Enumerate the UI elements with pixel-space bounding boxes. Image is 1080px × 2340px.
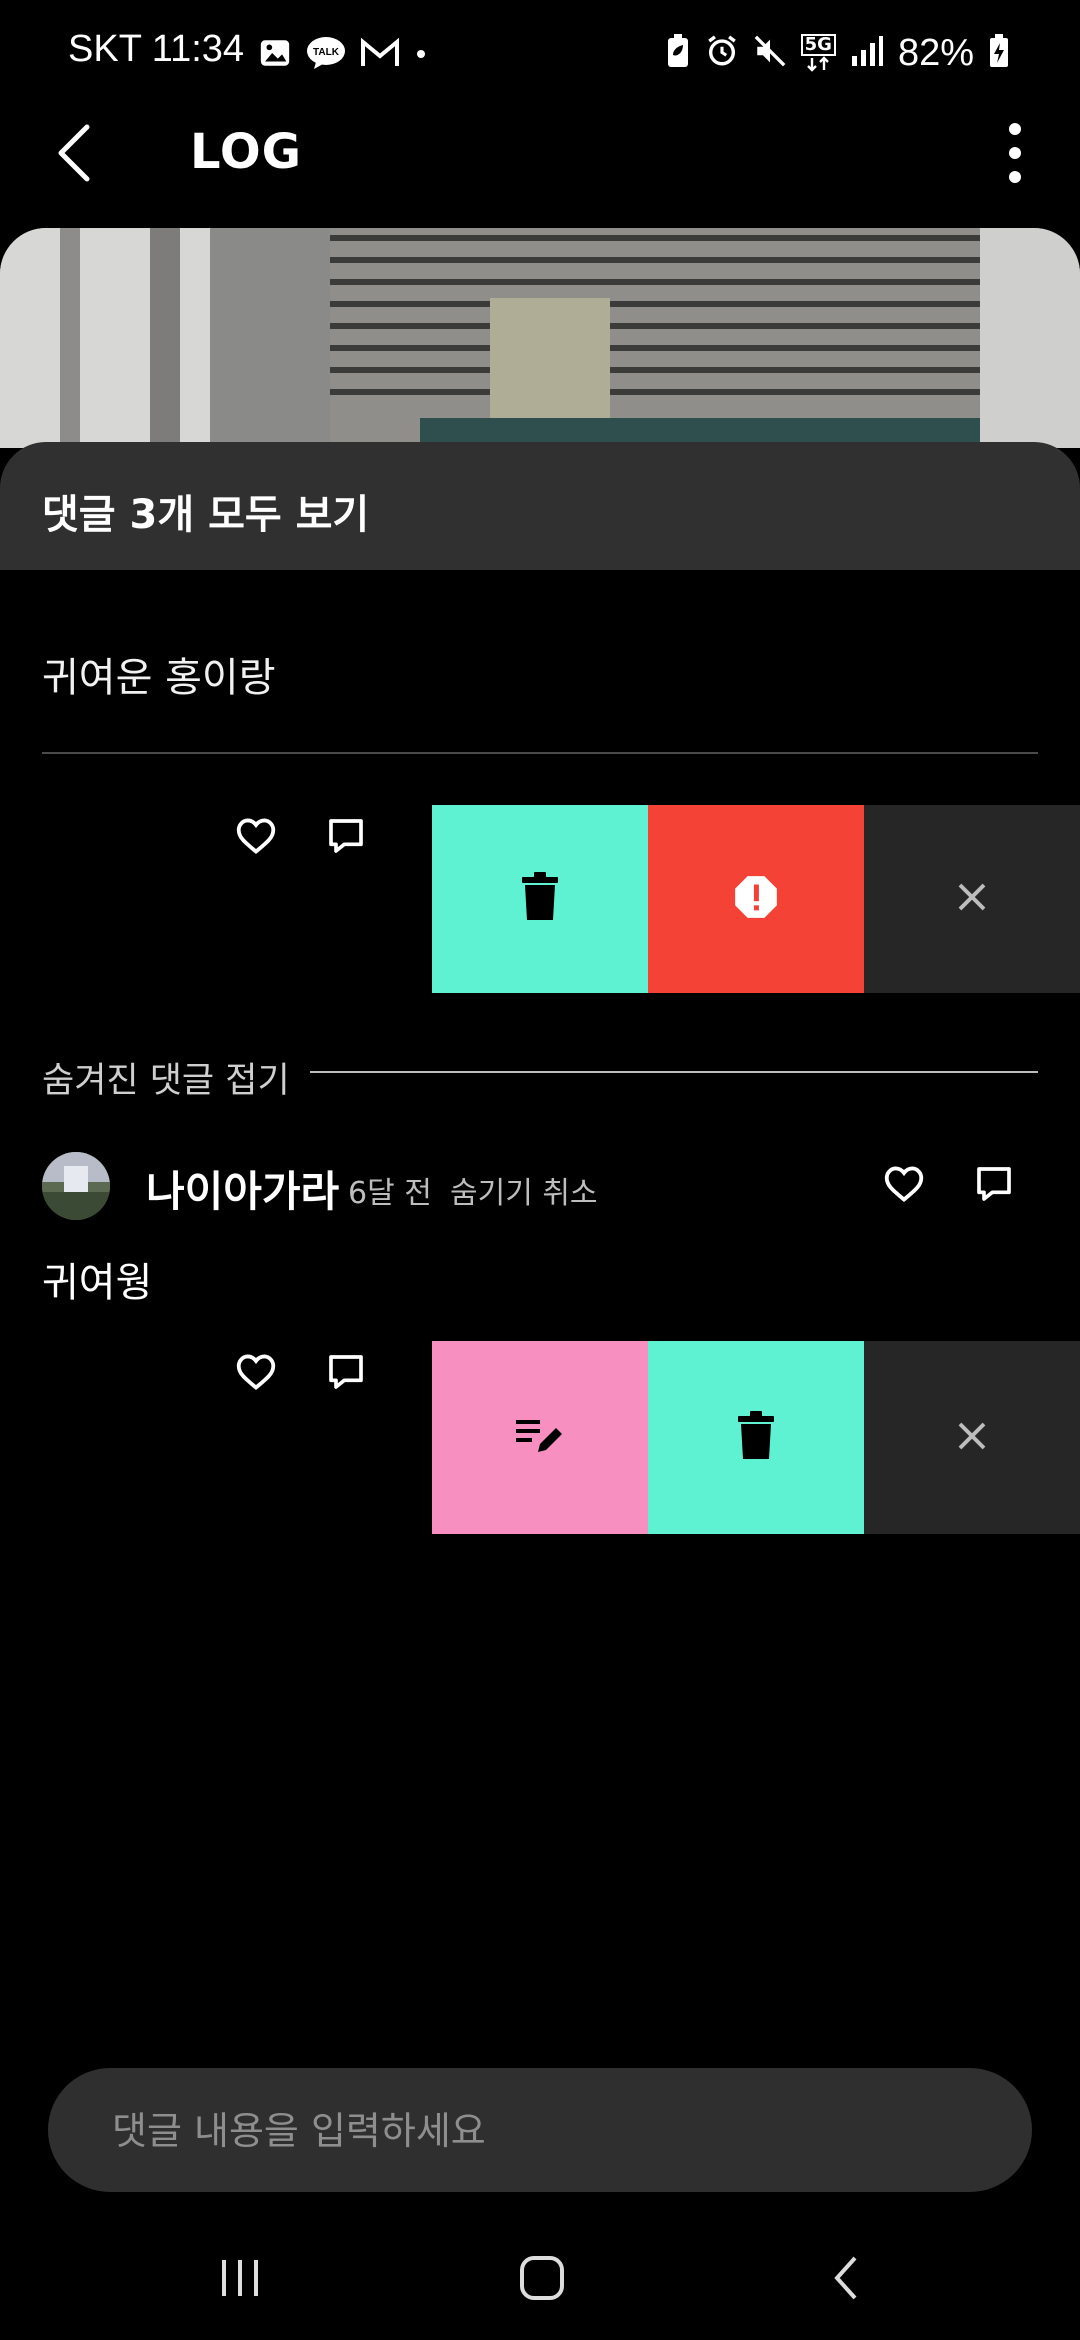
status-carrier-time: SKT 11:34 (68, 28, 245, 70)
divider (310, 1071, 1038, 1073)
back-button[interactable] (40, 115, 110, 195)
reply-button[interactable] (316, 1344, 376, 1404)
dot-icon (414, 46, 428, 65)
like-button[interactable] (874, 1156, 934, 1216)
network-5g-icon: 5G (800, 34, 836, 72)
report-action-button[interactable] (648, 805, 864, 993)
signal-icon (850, 34, 884, 72)
comment-timestamp: 6달 전 (348, 1176, 432, 1211)
view-all-comments-link[interactable]: 댓글 3개 모두 보기 (42, 482, 369, 540)
battery-charging-icon (988, 33, 1010, 73)
comment-input[interactable] (110, 2068, 994, 2194)
comment-icon (974, 1164, 1014, 1208)
comment-input-container (48, 2068, 1032, 2194)
home-button[interactable] (492, 2230, 592, 2330)
delete-action-button[interactable] (648, 1341, 864, 1534)
comment-text: 귀여웡 (42, 1260, 153, 1306)
heart-icon (883, 1165, 925, 1207)
home-icon (519, 2255, 565, 2305)
trash-icon (737, 1410, 775, 1465)
status-notification-icons: TALK (258, 30, 428, 80)
recent-apps-button[interactable] (190, 2230, 290, 2330)
close-actions-button[interactable] (864, 1341, 1080, 1534)
close-icon (954, 879, 990, 919)
more-vertical-icon (1007, 121, 1023, 189)
battery-percent: 82% (897, 31, 974, 74)
heart-icon (235, 1353, 277, 1395)
recent-apps-icon (218, 2258, 262, 2302)
hidden-comments-toggle[interactable]: 숨겨진 댓글 접기 (42, 1052, 290, 1103)
page-title: LOG (190, 124, 303, 180)
post-photo (0, 228, 1080, 448)
avatar[interactable] (42, 1152, 110, 1220)
delete-action-button[interactable] (432, 805, 648, 993)
mail-icon (360, 37, 400, 72)
like-button[interactable] (226, 808, 286, 868)
divider (42, 752, 1038, 754)
trash-icon (521, 872, 559, 926)
back-arrow-icon (831, 2254, 861, 2306)
alarm-icon (705, 34, 739, 72)
comment-text: 귀여운 홍이랑 (42, 655, 276, 701)
mute-icon (753, 34, 787, 72)
comment-username[interactable]: 나이아가라 (146, 1158, 339, 1219)
close-actions-button[interactable] (864, 805, 1080, 993)
status-system-icons: 5G 82% (665, 28, 1010, 78)
comment-icon (326, 816, 366, 860)
report-icon (731, 872, 781, 926)
reply-button[interactable] (964, 1156, 1024, 1216)
edit-icon (514, 1416, 566, 1460)
heart-icon (235, 817, 277, 859)
like-button[interactable] (226, 1344, 286, 1404)
close-icon (954, 1418, 990, 1458)
talk-icon: TALK (306, 36, 346, 74)
unhide-button[interactable]: 숨기기 취소 (450, 1168, 598, 1212)
battery-saver-icon (665, 33, 691, 73)
svg-text:TALK: TALK (313, 47, 340, 58)
comment-icon (326, 1352, 366, 1396)
nav-back-button[interactable] (796, 2230, 896, 2330)
gallery-icon (258, 36, 292, 74)
edit-action-button[interactable] (432, 1341, 648, 1534)
app-bar (0, 110, 1080, 230)
reply-button[interactable] (316, 808, 376, 868)
more-options-button[interactable] (990, 115, 1040, 195)
back-arrow-icon (55, 123, 95, 187)
